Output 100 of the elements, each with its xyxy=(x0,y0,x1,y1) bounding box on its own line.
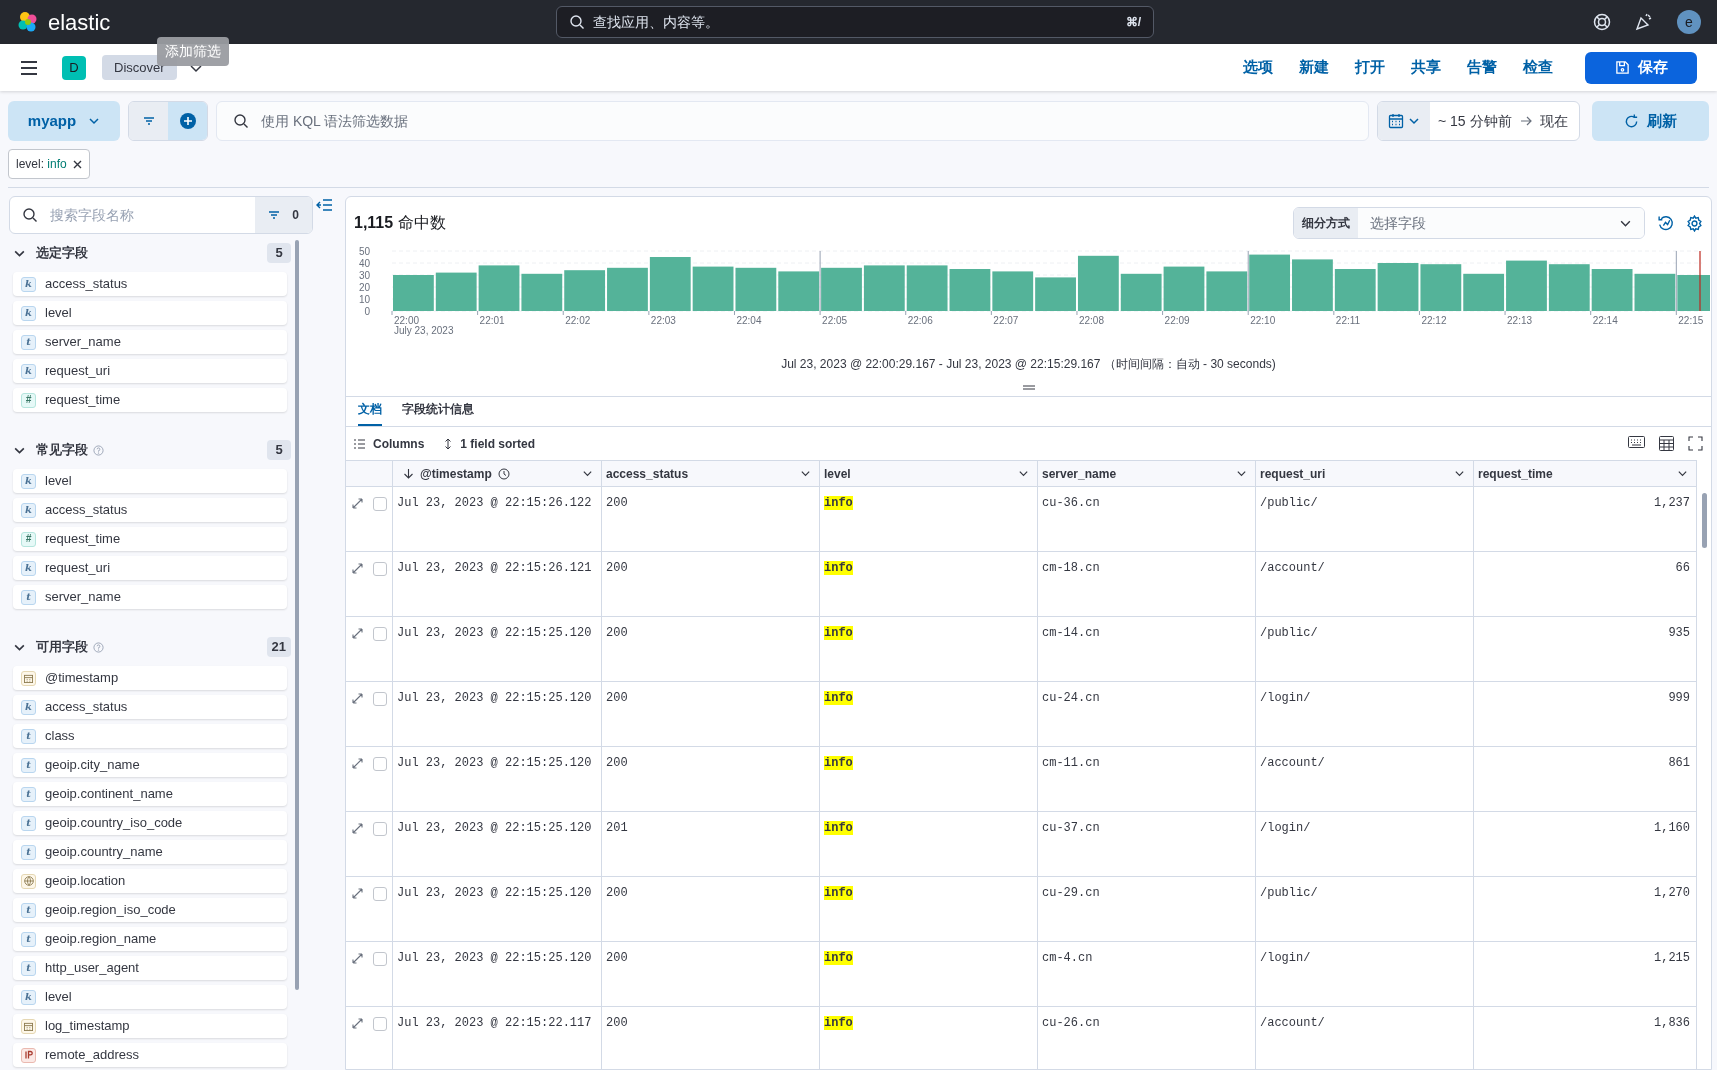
field-search-field[interactable]: 搜索字段名称 xyxy=(50,204,243,226)
filter-menu-button[interactable] xyxy=(129,102,168,140)
field-item[interactable]: t class xyxy=(13,724,287,748)
space-badge[interactable]: D xyxy=(62,55,86,80)
scrollbar-thumb[interactable] xyxy=(295,240,299,990)
expand-icon[interactable] xyxy=(352,693,363,704)
field-item[interactable]: k request_uri xyxy=(13,359,287,383)
field-item[interactable]: t server_name xyxy=(13,585,287,609)
histogram-bar[interactable] xyxy=(906,265,948,311)
histogram-bar[interactable] xyxy=(1548,264,1590,311)
nav-link[interactable]: 打开 xyxy=(1355,56,1385,79)
field-item[interactable]: t geoip.continent_name xyxy=(13,782,287,806)
histogram-bar[interactable] xyxy=(1206,271,1248,311)
histogram-bar[interactable] xyxy=(1677,275,1710,311)
nav-link[interactable]: 告警 xyxy=(1467,56,1497,79)
chart-options-icon[interactable] xyxy=(1657,214,1674,232)
nav-link[interactable]: 共享 xyxy=(1411,56,1441,79)
column-header[interactable]: server_name xyxy=(1038,461,1256,486)
user-avatar[interactable]: e xyxy=(1677,10,1701,34)
histogram-bar[interactable] xyxy=(735,267,777,311)
field-item[interactable]: k access_status xyxy=(13,498,287,522)
row-checkbox[interactable] xyxy=(373,497,387,511)
section-title[interactable]: 选定字段 xyxy=(36,243,88,263)
field-item[interactable]: geoip.location xyxy=(13,869,287,893)
field-item[interactable]: remote_address xyxy=(13,1043,287,1067)
close-icon[interactable] xyxy=(72,159,82,169)
settings-icon[interactable] xyxy=(1686,214,1703,232)
column-header[interactable]: request_uri xyxy=(1256,461,1474,486)
resize-handle-icon[interactable] xyxy=(1022,385,1035,390)
row-checkbox[interactable] xyxy=(373,692,387,706)
add-filter-button[interactable] xyxy=(168,102,207,140)
histogram-bar[interactable] xyxy=(649,257,691,311)
expand-icon[interactable] xyxy=(352,628,363,639)
table-density-icon[interactable] xyxy=(1659,436,1674,451)
menu-icon[interactable] xyxy=(20,59,38,76)
histogram-bar[interactable] xyxy=(992,271,1034,311)
query-box[interactable]: 使用 KQL 语法筛选数据 xyxy=(216,101,1369,141)
histogram-bar[interactable] xyxy=(1420,264,1462,311)
field-item[interactable]: k access_status xyxy=(13,272,287,296)
histogram-bar[interactable] xyxy=(478,265,520,311)
field-item[interactable]: t geoip.region_name xyxy=(13,927,287,951)
expand-icon[interactable] xyxy=(352,888,363,899)
histogram-bar[interactable] xyxy=(949,269,991,311)
nav-link[interactable]: 选项 xyxy=(1243,56,1273,79)
party-popper-icon[interactable] xyxy=(1635,13,1653,31)
field-item[interactable]: k access_status xyxy=(13,695,287,719)
field-item[interactable]: t geoip.country_name xyxy=(13,840,287,864)
column-header[interactable]: level xyxy=(820,461,1038,486)
field-item[interactable]: k request_uri xyxy=(13,556,287,580)
column-header[interactable]: request_time xyxy=(1474,461,1697,486)
histogram-bar[interactable] xyxy=(1634,273,1676,311)
histogram-bar[interactable] xyxy=(564,270,606,311)
row-checkbox[interactable] xyxy=(373,562,387,576)
expand-icon[interactable] xyxy=(352,498,363,509)
refresh-button[interactable]: 刷新 xyxy=(1592,101,1709,141)
field-item[interactable]: log_timestamp xyxy=(13,1014,287,1038)
keyboard-icon[interactable] xyxy=(1628,436,1645,451)
fullscreen-icon[interactable] xyxy=(1688,436,1703,451)
sort-button[interactable]: 1 field sorted xyxy=(444,434,536,453)
field-item[interactable]: t server_name xyxy=(13,330,287,354)
row-checkbox[interactable] xyxy=(373,822,387,836)
histogram-bar[interactable] xyxy=(1249,254,1290,311)
row-checkbox[interactable] xyxy=(373,1017,387,1031)
field-filter-button[interactable]: 0 xyxy=(255,197,312,233)
histogram-bar[interactable] xyxy=(607,267,648,311)
expand-icon[interactable] xyxy=(352,758,363,769)
section-title[interactable]: 常见字段 xyxy=(36,440,88,460)
histogram-bar[interactable] xyxy=(1591,269,1633,311)
expand-icon[interactable] xyxy=(352,823,363,834)
nav-link[interactable]: 检查 xyxy=(1523,56,1553,79)
data-view-selector[interactable]: myapp xyxy=(8,101,120,141)
field-item[interactable]: # request_time xyxy=(13,388,287,412)
field-item[interactable]: k level xyxy=(13,301,287,325)
row-checkbox[interactable] xyxy=(373,627,387,641)
filter-pill[interactable]: level: info xyxy=(8,149,90,179)
histogram-bar[interactable] xyxy=(1292,259,1333,311)
field-item[interactable]: t http_user_agent xyxy=(13,956,287,980)
save-button[interactable]: 保存 xyxy=(1585,51,1697,84)
help-icon[interactable] xyxy=(1593,13,1611,31)
histogram-bar[interactable] xyxy=(1463,273,1505,311)
query-field[interactable]: 使用 KQL 语法筛选数据 xyxy=(261,110,1352,132)
histogram-bar[interactable] xyxy=(393,275,434,311)
time-start[interactable]: ~ 15 分钟前 xyxy=(1438,110,1512,132)
histogram-bar[interactable] xyxy=(1334,269,1376,311)
histogram-bar[interactable] xyxy=(1077,255,1119,311)
histogram-bar[interactable] xyxy=(1035,277,1076,311)
histogram-bar[interactable] xyxy=(435,272,477,311)
global-search-box[interactable]: 查找应用、内容等。 ⌘/ xyxy=(556,6,1154,38)
histogram-bar[interactable] xyxy=(1377,263,1419,311)
row-checkbox[interactable] xyxy=(373,887,387,901)
field-item[interactable]: t geoip.city_name xyxy=(13,753,287,777)
histogram-bar[interactable] xyxy=(1120,273,1162,311)
histogram-bar[interactable] xyxy=(1163,266,1205,311)
field-search-box[interactable]: 搜索字段名称 0 xyxy=(9,196,313,234)
nav-link[interactable]: 新建 xyxy=(1299,56,1329,79)
histogram-bar[interactable] xyxy=(778,271,820,311)
column-header[interactable]: access_status xyxy=(602,461,820,486)
field-item[interactable]: t geoip.region_iso_code xyxy=(13,898,287,922)
histogram-bar[interactable] xyxy=(521,273,563,311)
field-item[interactable]: t geoip.country_iso_code xyxy=(13,811,287,835)
